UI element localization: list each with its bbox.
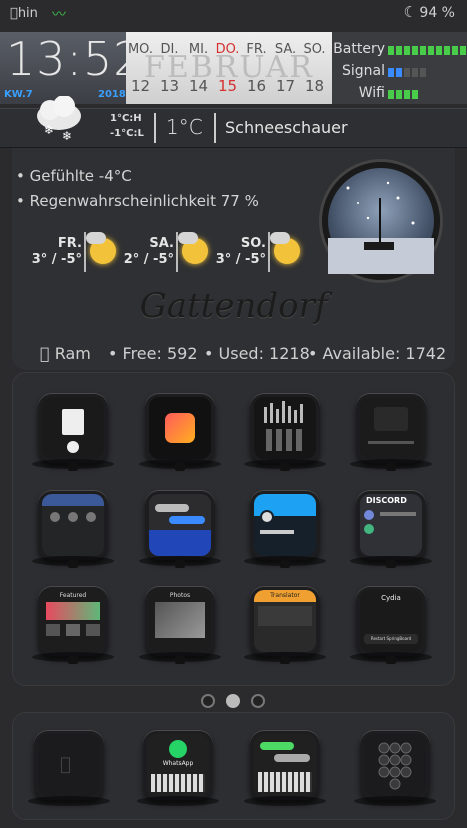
discord-app[interactable]: DISCORD [350,490,432,568]
dock-messages-app[interactable] [244,730,326,806]
clock-time: 13:52 [6,32,144,86]
feels-like: • Gefühlte -4°C [16,167,132,185]
dock-phone-app[interactable] [354,730,436,806]
calendar-day-label: MO. [127,42,154,57]
calendar-day-number: 12 [130,77,151,95]
app-store-app[interactable]: Featured [32,586,114,664]
temp-high: 1°C:H [110,113,142,124]
signal-label: Signal [341,63,385,79]
page-dot-1[interactable] [201,694,215,708]
snow-cloud-icon: ❄ ❄ [34,95,84,143]
cloud-icon [270,232,290,244]
calendar-day-number: 15 [217,77,238,95]
ram-used: • Used: 1218 [204,344,310,363]
whatsapp-title: WhatsApp [162,760,194,767]
signal-bars [388,68,426,77]
wifi-label: Wifi [358,85,385,101]
status-bar: hin 〰 ☾ 94 % [0,0,467,28]
year-label: 2018 [98,89,126,100]
apple-icon:  [60,754,71,775]
cydia-title: Cydia [381,594,401,602]
current-temp: 1°C [166,115,203,139]
calendar-day-label: SO. [303,42,326,57]
forecast-day: SA. [149,236,174,251]
cydia-app[interactable]: Cydia Restart SpringBoard [350,586,432,664]
translator-title: Translator [254,590,316,602]
calendar-day-number: 13 [159,77,180,95]
shortcuts-app[interactable] [139,393,221,471]
week-number: KW.7 [4,89,33,100]
messenger-app[interactable] [139,490,221,568]
battery-bars [388,46,466,55]
svg-text:❄: ❄ [44,123,54,137]
forecast-temps: 3° / -5° [31,252,82,267]
wifi-bars [388,90,418,99]
ram-free: • Free: 592 [108,344,198,363]
apple-icon:  [40,344,50,363]
forecast-temps: 2° / -5° [123,252,174,267]
signal-wave-icon: 〰 [52,7,66,23]
calendar-day-number: 14 [188,77,209,95]
restart-springboard-button: Restart SpringBoard [364,634,418,644]
calendar-day-number: 17 [275,77,296,95]
divider [214,113,216,143]
calendar-day-label: DI. [160,42,179,57]
divider [154,113,156,143]
city-name: Gattendorf [139,286,328,326]
svg-text:❄: ❄ [62,129,72,143]
weather-condition: Schneeschauer [225,118,348,137]
cloud-icon [178,232,198,244]
forecast-temps: 3° / -5° [215,252,266,267]
carrier-label: hin [10,6,38,21]
cloud-icon [86,232,106,244]
photos-title: Photos [169,592,191,599]
translator-app[interactable]: Translator [244,586,326,664]
forecast-day: FR. [57,236,82,251]
calendar-day-label: DO. [215,42,240,57]
dock-apple-app[interactable]:  [28,730,110,806]
ram-available: • Available: 1742 [308,344,447,363]
battery-percent: 94 % [419,5,455,21]
do-not-disturb-icon: ☾ [403,3,417,21]
page-dot-2[interactable] [226,694,240,708]
calendar-day-label: SA. [274,42,297,57]
photos-app[interactable]: Photos [139,586,221,664]
music-player-app[interactable] [350,393,432,471]
calendar-day-number: 18 [304,77,325,95]
calendar-day-label: FR. [246,42,267,57]
forecast-day: SO. [240,236,266,251]
dock-whatsapp-app[interactable]: WhatsApp [137,730,219,806]
snow-globe-image[interactable] [322,162,440,280]
page-dot-3[interactable] [251,694,265,708]
temp-low: -1°C:L [110,128,144,139]
featured-title: Featured [59,592,87,599]
calendar-day-number: 16 [246,77,267,95]
facebook-app[interactable] [32,490,114,568]
discord-title: DISCORD [366,496,407,505]
ram-label:  Ram [40,344,91,363]
equalizer-app[interactable] [244,393,326,471]
dropbox-app[interactable] [32,393,114,471]
rain-chance: • Regenwahrscheinlichkeit 77 % [16,192,259,210]
calendar-day-label: MI. [188,42,209,57]
battery-label: Battery [333,41,385,57]
twitter-app[interactable] [244,490,326,568]
